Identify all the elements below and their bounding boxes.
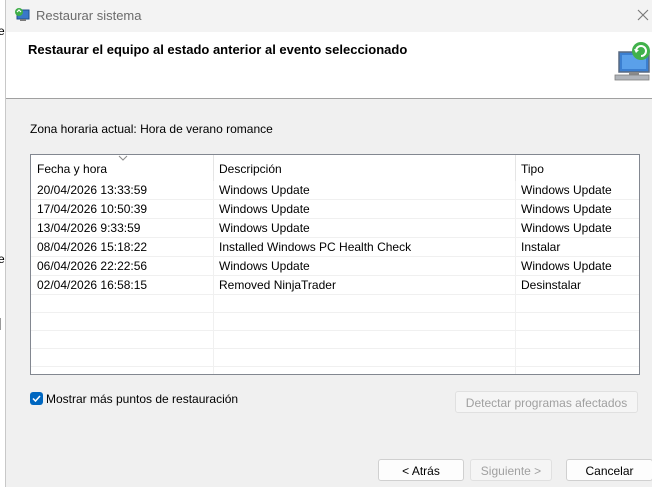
close-button[interactable] [631,0,652,32]
computer-restore-icon [614,42,650,81]
cell-date: 20/04/2026 13:33:59 [37,183,148,197]
page-title: Restaurar el equipo al estado anterior a… [28,42,408,57]
empty-row [31,295,639,313]
system-restore-dialog: Restaurar sistema Restaurar el equipo al… [5,0,652,487]
cell-type: Windows Update [521,259,612,273]
system-restore-icon [15,8,30,21]
table-row[interactable]: 02/04/2026 16:58:15 Removed NinjaTrader … [31,276,639,295]
empty-row [31,349,639,367]
background-window-glyph: e [0,252,5,266]
window-title: Restaurar sistema [36,8,142,23]
title-bar[interactable]: Restaurar sistema [6,0,652,32]
background-window-glyph: e [0,24,5,38]
cell-type: Windows Update [521,202,612,216]
checkmark-icon [32,395,41,403]
restore-points-list[interactable]: Fecha y hora Descripción Tipo 20/04/2026… [30,154,640,375]
cell-type: Desinstalar [521,278,582,292]
cell-description: Removed NinjaTrader [219,278,336,292]
column-header-date[interactable]: Fecha y hora [31,155,214,181]
cell-date: 17/04/2026 10:50:39 [37,202,148,216]
cell-date: 06/04/2026 22:22:56 [37,259,148,273]
timezone-label: Zona horaria actual: Hora de verano roma… [30,122,273,136]
background-window-edge [0,318,4,330]
close-icon [637,9,649,21]
back-button[interactable]: < Atrás [378,459,464,481]
list-header: Fecha y hora Descripción Tipo [31,155,639,181]
show-more-label[interactable]: Mostrar más puntos de restauración [46,392,238,406]
cell-type: Instalar [521,240,561,254]
list-rows: 20/04/2026 13:33:59 Windows Update Windo… [31,181,639,367]
sort-chevron-icon [118,155,128,161]
column-header-type[interactable]: Tipo [515,155,639,181]
cell-description: Windows Update [219,259,310,273]
table-row[interactable]: 20/04/2026 13:33:59 Windows Update Windo… [31,181,639,200]
cell-date: 08/04/2026 15:18:22 [37,240,148,254]
cancel-button[interactable]: Cancelar [566,459,652,481]
column-header-description[interactable]: Descripción [213,155,516,181]
cell-date: 02/04/2026 16:58:15 [37,278,148,292]
table-row[interactable]: 17/04/2026 10:50:39 Windows Update Windo… [31,200,639,219]
detect-affected-programs-button[interactable]: Detectar programas afectados [455,391,638,413]
table-row[interactable]: 13/04/2026 9:33:59 Windows Update Window… [31,219,639,238]
cell-description: Windows Update [219,202,310,216]
column-header-label: Tipo [521,162,544,176]
cell-description: Windows Update [219,183,310,197]
table-row[interactable]: 08/04/2026 15:18:22 Installed Windows PC… [31,238,639,257]
next-button[interactable]: Siguiente > [470,459,552,481]
header-panel: Restaurar el equipo al estado anterior a… [6,32,652,99]
table-row[interactable]: 06/04/2026 22:22:56 Windows Update Windo… [31,257,639,276]
cell-description: Installed Windows PC Health Check [219,240,412,254]
cell-type: Windows Update [521,183,612,197]
empty-row [31,331,639,349]
empty-row [31,313,639,331]
checkbox-box[interactable] [30,392,43,405]
cell-date: 13/04/2026 9:33:59 [37,221,141,235]
cell-type: Windows Update [521,221,612,235]
column-header-label: Descripción [219,162,282,176]
column-header-label: Fecha y hora [37,162,108,176]
cell-description: Windows Update [219,221,310,235]
